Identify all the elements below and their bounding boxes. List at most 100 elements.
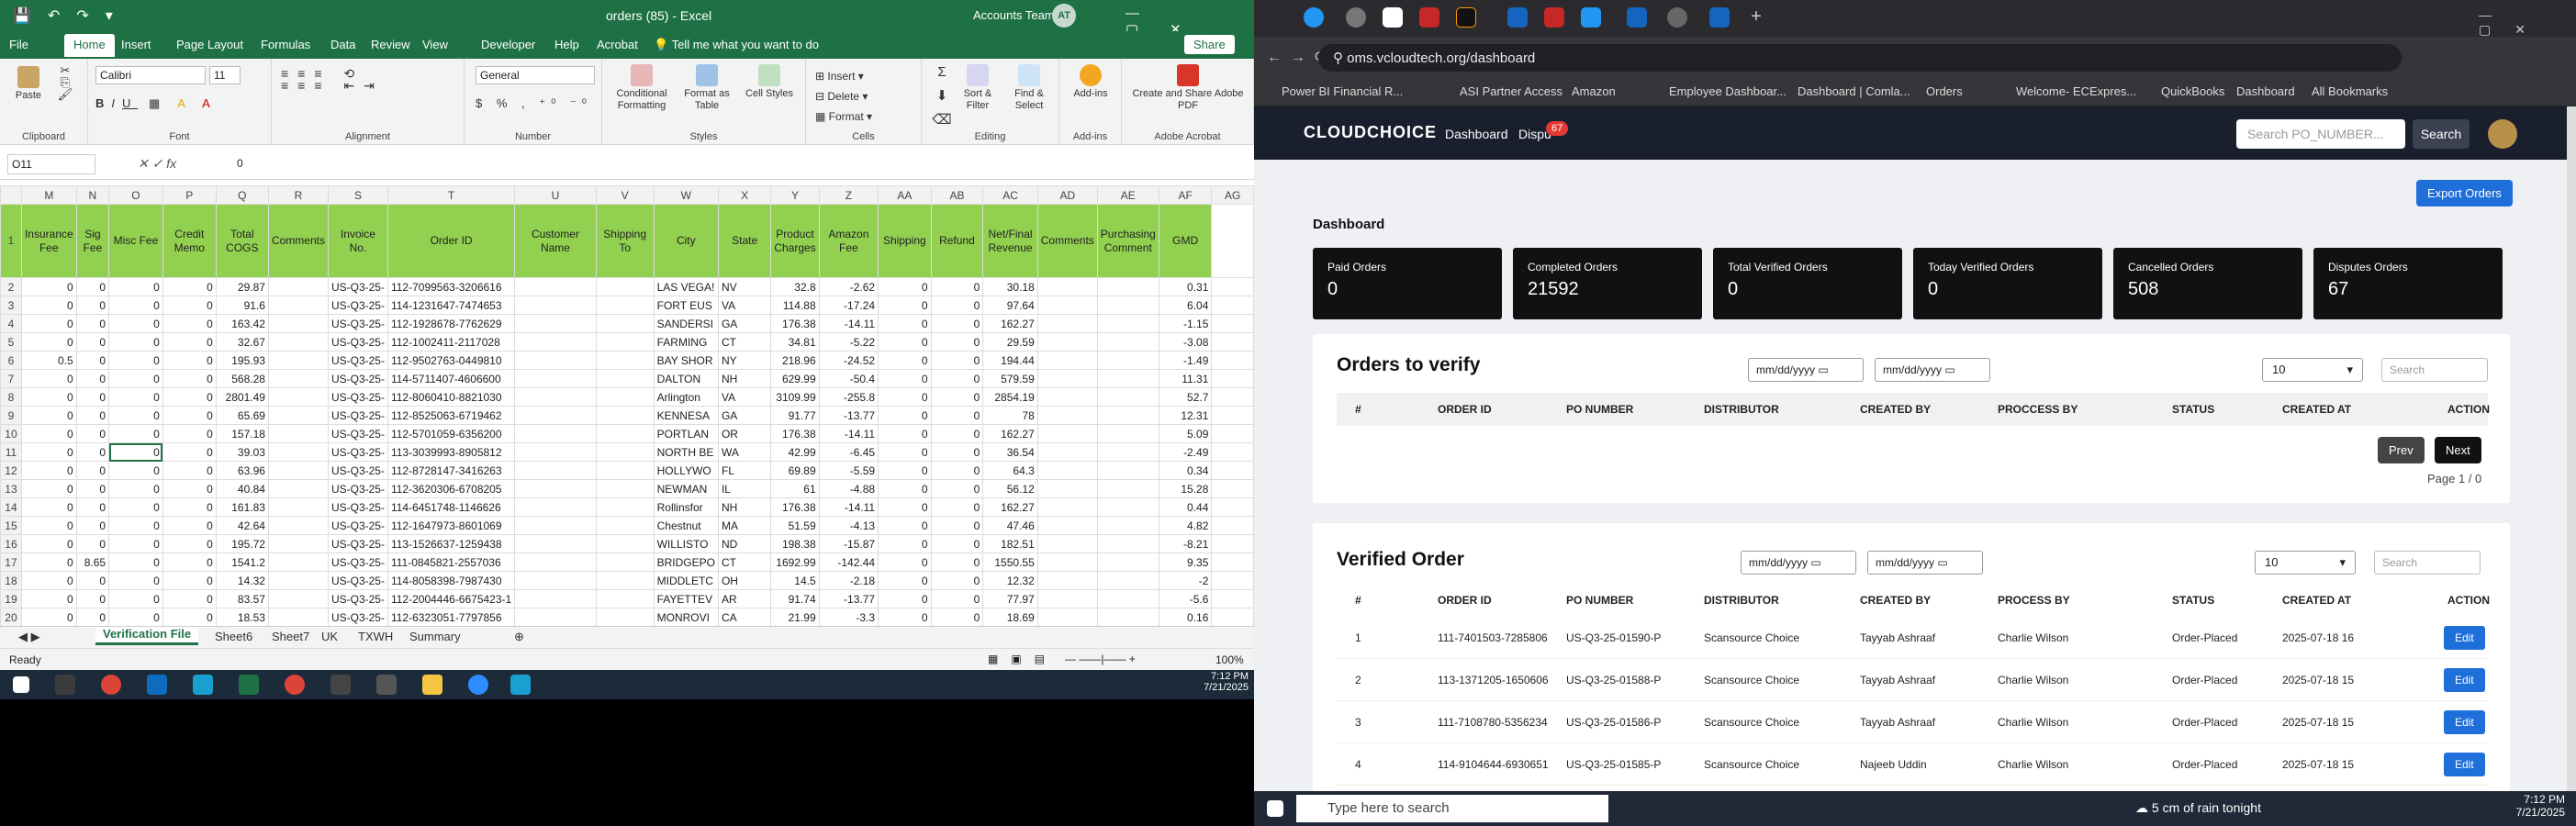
sheet-cell[interactable]: -255.8: [818, 387, 879, 407]
sheet-cell[interactable]: -3.08: [1158, 332, 1213, 352]
create-pdf-button[interactable]: Create and Share Adobe PDF: [1131, 64, 1245, 112]
number-buttons[interactable]: $ % , ⁺⁰ ⁻⁰: [476, 97, 595, 109]
sheet-cell[interactable]: [1036, 369, 1098, 388]
edge-icon[interactable]: [193, 675, 213, 695]
sheet-cell[interactable]: 0: [878, 461, 932, 480]
font-format-buttons[interactable]: BIU ▦ A A: [95, 97, 261, 109]
sheet-cell[interactable]: [595, 461, 655, 480]
sheet-cell[interactable]: 0: [878, 497, 932, 517]
sheet-cell[interactable]: [514, 571, 597, 590]
tab-home[interactable]: Home: [64, 34, 115, 57]
sheet-cell[interactable]: -13.77: [818, 406, 879, 425]
sheet-cell[interactable]: [1096, 296, 1159, 315]
sheet-cell[interactable]: 0: [20, 424, 77, 443]
table-search-input[interactable]: Search: [2381, 358, 2488, 382]
sheet-cell[interactable]: 0: [108, 479, 163, 498]
sheet-tab-sheet6[interactable]: Sheet6: [215, 630, 252, 643]
sheet-table[interactable]: M N O P Q R S T U V W X Y Z AA AB AC AD AE AF AG 1 Insurance F…: [0, 185, 1254, 626]
tab-icon[interactable]: [1709, 7, 1730, 28]
sheet-cell[interactable]: [267, 332, 329, 352]
sheet-cell[interactable]: 0: [162, 314, 217, 333]
sheet-cell[interactable]: 39.03: [215, 442, 269, 462]
sheet-cell[interactable]: -4.13: [818, 516, 879, 535]
sheet-cell[interactable]: US-Q3-25-: [327, 479, 388, 498]
prev-button[interactable]: Prev: [2378, 437, 2425, 463]
sheet-cell[interactable]: 0: [930, 369, 984, 388]
sheet-cell[interactable]: HOLLYWO: [653, 461, 719, 480]
sheet-cell[interactable]: [514, 461, 597, 480]
sheet-cell[interactable]: 112-5701059-6356200: [386, 424, 516, 443]
sheet-cell[interactable]: 32.8: [770, 277, 820, 296]
sheet-cell[interactable]: 0: [878, 571, 932, 590]
sheet-cell[interactable]: IL: [717, 479, 772, 498]
sheet-cell[interactable]: 5.09: [1158, 424, 1213, 443]
tell-me-search[interactable]: 💡 Tell me what you want to do: [654, 38, 819, 52]
sheet-cell[interactable]: OH: [717, 571, 772, 590]
sheet-cell[interactable]: [1211, 296, 1254, 315]
sheet-cell[interactable]: FAYETTEV: [653, 589, 719, 608]
bookmark-item[interactable]: Welcome- ECExpres...: [2016, 84, 2136, 98]
sheet-cell[interactable]: 0: [930, 314, 984, 333]
sheet-cell[interactable]: [514, 479, 597, 498]
sheet-cell[interactable]: US-Q3-25-: [327, 406, 388, 425]
sheet-cell[interactable]: [514, 277, 597, 296]
export-orders-button[interactable]: Export Orders: [2416, 180, 2513, 206]
sheet-cell[interactable]: 114-8058398-7987430: [386, 571, 516, 590]
sheet-cell[interactable]: US-Q3-25-: [327, 442, 388, 462]
sheet-cell[interactable]: [1096, 516, 1159, 535]
sheet-cell[interactable]: 0: [878, 608, 932, 626]
quick-access-toolbar[interactable]: 💾↶↷▾: [13, 6, 129, 25]
sheet-cell[interactable]: 0: [930, 406, 984, 425]
bookmark-item[interactable]: Dashboard | Comla...: [1798, 84, 1910, 98]
tab-acrobat[interactable]: Acrobat: [597, 38, 638, 51]
sheet-tab-summary[interactable]: Summary: [409, 630, 461, 643]
sheet-cell[interactable]: 12.31: [1158, 406, 1213, 425]
sheet-cell[interactable]: 0: [878, 553, 932, 572]
sheet-cell[interactable]: 0: [75, 406, 110, 425]
row-header[interactable]: 4: [0, 314, 22, 333]
sheet-cell[interactable]: [595, 479, 655, 498]
date-from-input[interactable]: mm/dd/yyyy ▭: [1741, 551, 1856, 575]
sheet-cell[interactable]: OR: [717, 424, 772, 443]
sheet-cell[interactable]: 0: [878, 277, 932, 296]
sheet-cell[interactable]: 0: [20, 277, 77, 296]
tab-icon[interactable]: [1627, 7, 1647, 28]
scrollbar[interactable]: [2567, 106, 2576, 791]
edge-icon-2[interactable]: [510, 675, 531, 695]
sheet-cell[interactable]: [514, 553, 597, 572]
sheet-cell[interactable]: 112-3620306-6708205: [386, 479, 516, 498]
sheet-cell[interactable]: 0: [108, 296, 163, 315]
sheet-cell[interactable]: 0: [878, 534, 932, 553]
sheet-cell[interactable]: -8.21: [1158, 534, 1213, 553]
nav-dashboard[interactable]: Dashboard: [1445, 127, 1508, 141]
sheet-cell[interactable]: [514, 296, 597, 315]
sheet-cell[interactable]: [514, 497, 597, 517]
sheet-cell[interactable]: 0: [878, 479, 932, 498]
sheet-cell[interactable]: -13.77: [818, 589, 879, 608]
row-header[interactable]: 8: [0, 387, 22, 407]
sheet-cell[interactable]: [267, 553, 329, 572]
edit-button[interactable]: Edit: [2444, 753, 2485, 776]
sheet-cell[interactable]: 162.27: [982, 314, 1038, 333]
sheet-cell[interactable]: [1211, 332, 1254, 352]
sheet-cell[interactable]: [514, 589, 597, 608]
sheet-cell[interactable]: [1036, 442, 1098, 462]
sheet-cell[interactable]: [1211, 369, 1254, 388]
sheet-cell[interactable]: 0: [930, 608, 984, 626]
sheet-cell[interactable]: 0: [162, 424, 217, 443]
tab-formulas[interactable]: Formulas: [261, 38, 310, 51]
sheet-cell[interactable]: [267, 424, 329, 443]
sheet-cell[interactable]: [1211, 406, 1254, 425]
sheet-cell[interactable]: 29.59: [982, 332, 1038, 352]
sheet-cell[interactable]: US-Q3-25-: [327, 424, 388, 443]
sheet-cell[interactable]: 15.28: [1158, 479, 1213, 498]
sheet-cell[interactable]: 195.93: [215, 351, 269, 370]
addins-button[interactable]: Add-ins: [1067, 64, 1114, 100]
sheet-cell[interactable]: [514, 516, 597, 535]
sheet-cell[interactable]: MONROVI: [653, 608, 719, 626]
active-tab-icon[interactable]: [1383, 7, 1403, 28]
sheet-cell[interactable]: -24.52: [818, 351, 879, 370]
sheet-cell[interactable]: 2801.49: [215, 387, 269, 407]
sheet-cell[interactable]: [595, 351, 655, 370]
sheet-cell[interactable]: US-Q3-25-: [327, 516, 388, 535]
